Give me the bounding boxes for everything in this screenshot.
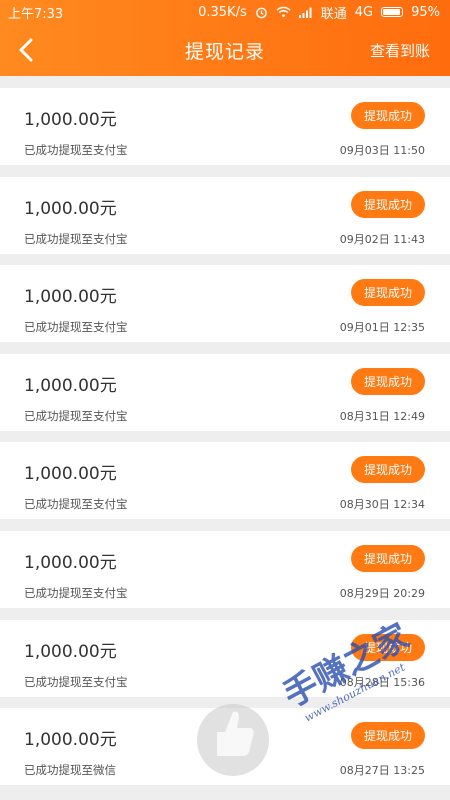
- status-time: 上午7:33: [8, 6, 64, 22]
- network-speed: 0.35K/s: [198, 4, 247, 20]
- status-badge: 提现成功: [351, 190, 425, 218]
- record-description: 已成功提现至支付宝: [24, 585, 128, 600]
- record-amount: 1,000.00元: [24, 110, 117, 130]
- nav-bar: 提现记录 查看到账: [0, 24, 450, 76]
- view-arrivals-button[interactable]: 查看到账: [370, 40, 430, 61]
- record-amount: 1,000.00元: [24, 552, 117, 573]
- record-description: 已成功提现至支付宝: [24, 320, 128, 335]
- battery-percent: 95%: [411, 4, 440, 20]
- status-bar: 上午7:33 0.35K/s 联通 4G 95%: [0, 0, 450, 24]
- record-item[interactable]: 1,000.00元 已成功提现至支付宝 提现成功 08月31日 12:49: [0, 353, 450, 431]
- record-item[interactable]: 1,000.00元 已成功提现至支付宝 提现成功 08月30日 12:34: [0, 442, 450, 520]
- record-item[interactable]: 1,000.00元 已成功提现至支付宝 提现成功 09月01日 12:35: [0, 265, 450, 343]
- status-badge: 提现成功: [351, 279, 425, 307]
- record-time: 09月03日 11:50: [339, 144, 425, 157]
- record-amount: 1,000.00元: [24, 641, 117, 662]
- withdrawal-records-screen: 上午7:33 0.35K/s 联通 4G 95% 提现记录 查看到账 1,000…: [0, 0, 450, 800]
- record-amount: 1,000.00元: [24, 287, 117, 308]
- record-time: 08月31日 12:49: [339, 409, 425, 423]
- status-badge: 提现成功: [351, 633, 425, 661]
- network-type: 4G: [354, 4, 374, 20]
- record-item[interactable]: 1,000.00元 已成功提现至微信 提现成功 08月27日 13:25: [0, 708, 450, 786]
- status-right: 0.35K/s 联通 4G 95%: [198, 3, 440, 22]
- record-time: 08月29日 20:29: [339, 586, 425, 600]
- record-amount: 1,000.00元: [24, 375, 117, 396]
- signal-icon: [298, 7, 313, 18]
- record-description: 已成功提现至支付宝: [24, 231, 128, 246]
- record-item[interactable]: 1,000.00元 已成功提现至支付宝 提现成功 08月28日 15:36: [0, 619, 450, 697]
- status-badge: 提现成功: [351, 722, 425, 750]
- record-list: 1,000.00元 已成功提现至支付宝 提现成功 09月03日 11:50 1,…: [0, 76, 450, 786]
- record-amount: 1,000.00元: [24, 464, 117, 485]
- wifi-icon: [276, 6, 291, 18]
- battery-icon: [381, 7, 404, 17]
- record-description: 已成功提现至支付宝: [24, 408, 128, 423]
- record-time: 09月01日 12:35: [339, 321, 425, 335]
- record-description: 已成功提现至微信: [24, 763, 116, 778]
- status-badge: 提现成功: [351, 544, 425, 572]
- record-amount: 1,000.00元: [24, 198, 117, 219]
- status-badge: 提现成功: [351, 367, 425, 395]
- header: 上午7:33 0.35K/s 联通 4G 95% 提现记录 查看到账: [0, 0, 450, 76]
- record-time: 09月02日 11:43: [339, 232, 425, 246]
- record-item[interactable]: 1,000.00元 已成功提现至支付宝 提现成功 09月02日 11:43: [0, 176, 450, 254]
- record-item[interactable]: 1,000.00元 已成功提现至支付宝 提现成功 08月29日 20:29: [0, 530, 450, 608]
- status-badge: 提现成功: [351, 456, 425, 484]
- record-time: 08月28日 15:36: [339, 675, 425, 689]
- alarm-icon: [255, 6, 268, 19]
- battery-fill: [383, 9, 401, 15]
- record-amount: 1,000.00元: [24, 730, 117, 751]
- carrier-name: 联通: [320, 6, 347, 22]
- record-description: 已成功提现至支付宝: [24, 497, 128, 512]
- record-time: 08月27日 13:25: [339, 764, 425, 778]
- status-badge: 提现成功: [351, 102, 425, 129]
- record-time: 08月30日 12:34: [339, 498, 425, 512]
- record-item[interactable]: 1,000.00元 已成功提现至支付宝 提现成功 09月03日 11:50: [0, 88, 450, 165]
- record-description: 已成功提现至支付宝: [24, 674, 128, 689]
- record-description: 已成功提现至支付宝: [24, 143, 128, 157]
